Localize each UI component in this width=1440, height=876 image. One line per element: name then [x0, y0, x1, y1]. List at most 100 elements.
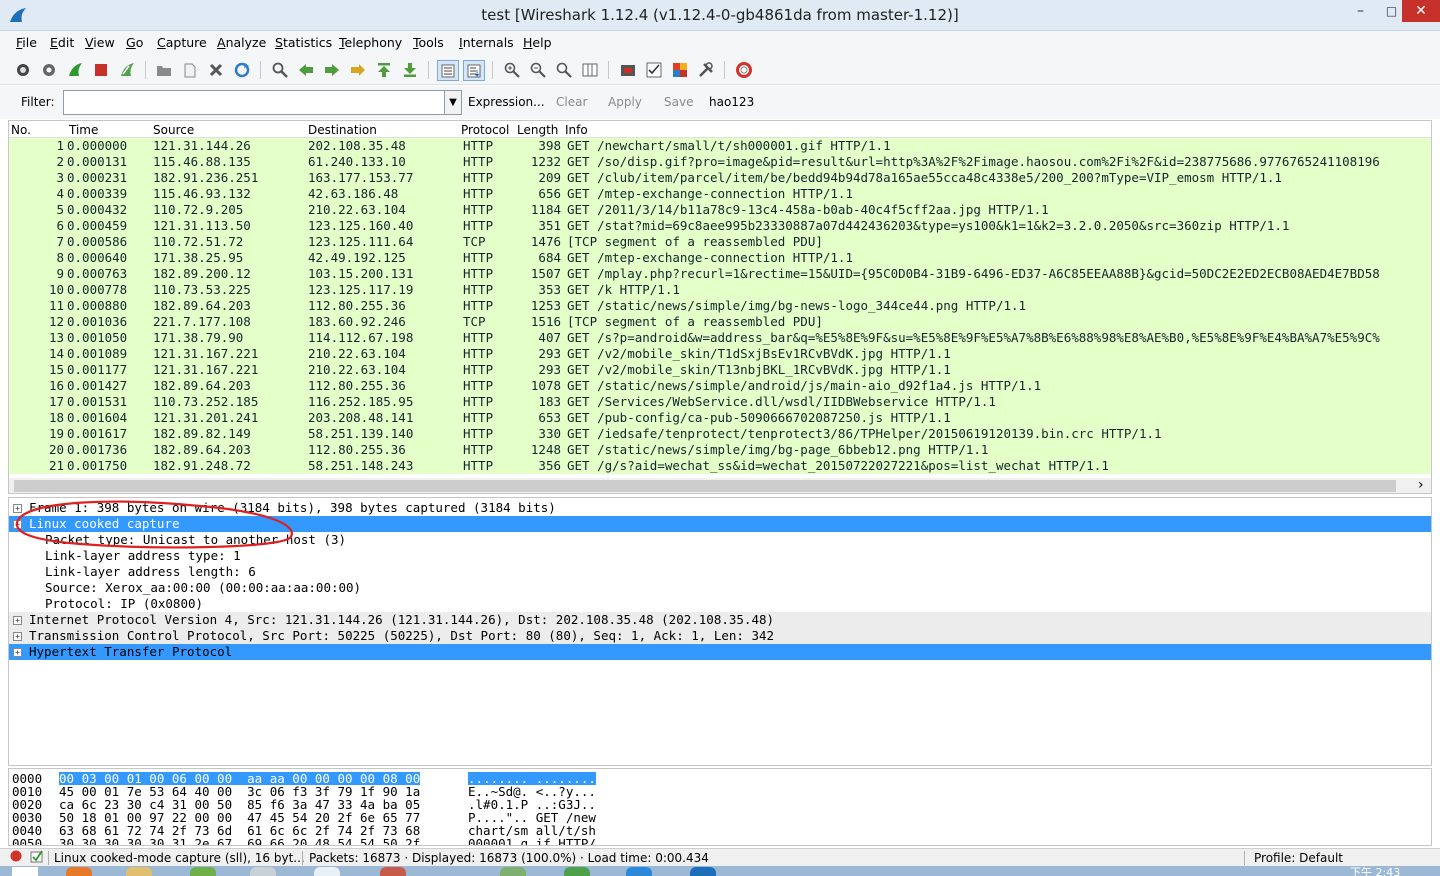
restart-capture-icon[interactable]: [117, 60, 137, 80]
go-forward-icon[interactable]: [322, 60, 342, 80]
go-first-icon[interactable]: [374, 60, 394, 80]
menu-internals[interactable]: Internals: [459, 35, 514, 50]
packet-row[interactable]: 6 0.000459 121.31.113.50 123.125.160.40 HTTP…: [9, 218, 1431, 234]
packet-row[interactable]: 11 0.000880 182.89.64.203 112.80.255.36 HTTP…: [9, 298, 1431, 314]
column-header-no[interactable]: No.: [11, 123, 31, 137]
packet-row[interactable]: 2 0.000131 115.46.88.135 61.240.133.10 HTTP 1…: [9, 154, 1431, 170]
zoom-in-icon[interactable]: [502, 60, 522, 80]
detail-tree-item[interactable]: + Internet Protocol Version 4, Src: 121.3…: [9, 612, 1431, 628]
menu-file[interactable]: File: [16, 35, 37, 50]
expand-icon[interactable]: +: [13, 504, 22, 513]
bytes-hex[interactable]: 30 30 30 30 30 31 2e 67 69 66 20 48 54 5…: [59, 837, 420, 845]
interface-list-icon[interactable]: [13, 60, 33, 80]
packet-row[interactable]: 4 0.000339 115.46.93.132 42.63.186.48 HTTP 65…: [9, 186, 1431, 202]
capture-options-icon[interactable]: [39, 60, 59, 80]
packet-list-horizontal-scrollbar[interactable]: ›: [9, 477, 1431, 493]
clear-button[interactable]: Clear: [556, 95, 587, 109]
scroll-right-icon[interactable]: ›: [1418, 477, 1424, 493]
detail-tree-item[interactable]: Packet type: Unicast to another host (3): [9, 532, 1431, 548]
menu-statistics[interactable]: Statistics: [275, 35, 332, 50]
detail-tree-item[interactable]: Link-layer address type: 1: [9, 548, 1431, 564]
expression-button[interactable]: Expression...: [468, 95, 545, 109]
detail-tree-item[interactable]: − Linux cooked capture: [9, 516, 1431, 532]
menu-analyze[interactable]: Analyze: [217, 35, 266, 50]
packet-row[interactable]: 14 0.001089 121.31.167.221 210.22.63.104 HTT…: [9, 346, 1431, 362]
column-header-length[interactable]: Length: [517, 123, 558, 137]
detail-tree-item[interactable]: + Hypertext Transfer Protocol: [9, 644, 1431, 660]
packet-row[interactable]: 7 0.000586 110.72.51.72 123.125.111.64 TCP 14…: [9, 234, 1431, 250]
apply-button[interactable]: Apply: [608, 95, 642, 109]
zoom-out-icon[interactable]: [528, 60, 548, 80]
help-icon[interactable]: [734, 60, 754, 80]
packet-row[interactable]: 8 0.000640 171.38.25.95 42.49.192.125 HTTP 68…: [9, 250, 1431, 266]
taskbar-app-icon[interactable]: [66, 867, 92, 876]
open-file-icon[interactable]: [154, 60, 174, 80]
menu-view[interactable]: View: [85, 35, 115, 50]
preferences-icon[interactable]: [696, 60, 716, 80]
go-to-packet-icon[interactable]: [348, 60, 368, 80]
detail-tree-item[interactable]: Source: Xerox_aa:00:00 (00:00:aa:aa:00:0…: [9, 580, 1431, 596]
taskbar-app-icon[interactable]: [380, 867, 406, 876]
packet-row[interactable]: 3 0.000231 182.91.236.251 163.177.153.77 HTT…: [9, 170, 1431, 186]
packet-row[interactable]: 19 0.001617 182.89.82.149 58.251.139.140 HTT…: [9, 426, 1431, 442]
taskbar-app-icon[interactable]: [250, 867, 276, 876]
detail-tree-item[interactable]: Protocol: IP (0x0800): [9, 596, 1431, 612]
save-filter-button[interactable]: Save: [664, 95, 693, 109]
column-header-destination[interactable]: Destination: [308, 123, 377, 137]
filter-dropdown-button[interactable]: ▼: [444, 90, 462, 115]
colorize-icon[interactable]: [437, 60, 459, 81]
expand-icon[interactable]: +: [13, 616, 22, 625]
packet-row[interactable]: 16 0.001427 182.89.64.203 112.80.255.36 HTTP…: [9, 378, 1431, 394]
taskbar-app-icon[interactable]: [564, 867, 590, 876]
coloring-rules-icon[interactable]: [670, 60, 690, 80]
packet-row[interactable]: 9 0.000763 182.89.200.12 103.15.200.131 HTTP…: [9, 266, 1431, 282]
detail-tree-item[interactable]: Link-layer address length: 6: [9, 564, 1431, 580]
expert-info-icon[interactable]: [10, 850, 22, 865]
packet-row[interactable]: 15 0.001177 121.31.167.221 210.22.63.104 HTT…: [9, 362, 1431, 378]
packet-row[interactable]: 21 0.001750 182.91.248.72 58.251.148.243 HTT…: [9, 458, 1431, 474]
column-header-source[interactable]: Source: [153, 123, 194, 137]
menu-capture[interactable]: Capture: [157, 35, 207, 50]
go-last-icon[interactable]: [400, 60, 420, 80]
taskbar-app-icon[interactable]: [500, 867, 526, 876]
resize-columns-icon[interactable]: [580, 60, 600, 80]
packet-row[interactable]: 12 0.001036 221.7.177.108 183.60.92.246 TCP 1…: [9, 314, 1431, 330]
collapse-icon[interactable]: −: [13, 520, 22, 529]
menu-tools[interactable]: Tools: [413, 35, 444, 50]
close-button[interactable]: ✕: [1402, 0, 1440, 22]
taskbar-app-icon[interactable]: [314, 867, 340, 876]
packet-row[interactable]: 17 0.001531 110.73.252.185 116.252.185.95 HT…: [9, 394, 1431, 410]
menu-edit[interactable]: Edit: [50, 35, 74, 50]
filter-button-hao123[interactable]: hao123: [709, 95, 754, 109]
stop-capture-icon[interactable]: [91, 60, 111, 80]
start-button[interactable]: [12, 867, 38, 876]
bytes-offset[interactable]: 0050: [12, 837, 42, 845]
packet-row[interactable]: 13 0.001050 171.38.79.90 114.112.67.198 HTTP…: [9, 330, 1431, 346]
menu-help[interactable]: Help: [523, 35, 552, 50]
go-back-icon[interactable]: [296, 60, 316, 80]
scrollbar-thumb[interactable]: [14, 480, 1396, 492]
filter-input[interactable]: [63, 90, 446, 115]
column-header-time[interactable]: Time: [69, 123, 98, 137]
start-capture-icon[interactable]: [65, 60, 85, 80]
status-profile-text[interactable]: Profile: Default: [1254, 851, 1343, 865]
menu-go[interactable]: Go: [126, 35, 143, 50]
capture-filters-icon[interactable]: [618, 60, 638, 80]
taskbar-app-icon[interactable]: [190, 867, 216, 876]
find-packet-icon[interactable]: [270, 60, 290, 80]
taskbar-app-icon[interactable]: [126, 867, 152, 876]
minimize-button[interactable]: –: [1345, 0, 1376, 22]
bytes-ascii[interactable]: 000001.g if HTTP/: [468, 837, 596, 845]
packet-row[interactable]: 1 0.000000 121.31.144.26 202.108.35.48 HTTP 3…: [9, 138, 1431, 154]
packet-row[interactable]: 18 0.001604 121.31.201.241 203.208.48.141 HT…: [9, 410, 1431, 426]
detail-tree-item[interactable]: + Frame 1: 398 bytes on wire (3184 bits),…: [9, 500, 1431, 516]
auto-scroll-icon[interactable]: [463, 60, 485, 81]
expand-icon[interactable]: +: [13, 648, 22, 657]
close-file-icon[interactable]: [206, 60, 226, 80]
taskbar-wireshark-icon[interactable]: [690, 867, 716, 876]
packet-row[interactable]: 5 0.000432 110.72.9.205 210.22.63.104 HTTP 11…: [9, 202, 1431, 218]
taskbar-app-icon[interactable]: [626, 867, 652, 876]
packet-row[interactable]: 20 0.001736 182.89.64.203 112.80.255.36 HTTP…: [9, 442, 1431, 458]
detail-tree-item[interactable]: + Transmission Control Protocol, Src Port…: [9, 628, 1431, 644]
capture-comment-icon[interactable]: [30, 850, 44, 866]
